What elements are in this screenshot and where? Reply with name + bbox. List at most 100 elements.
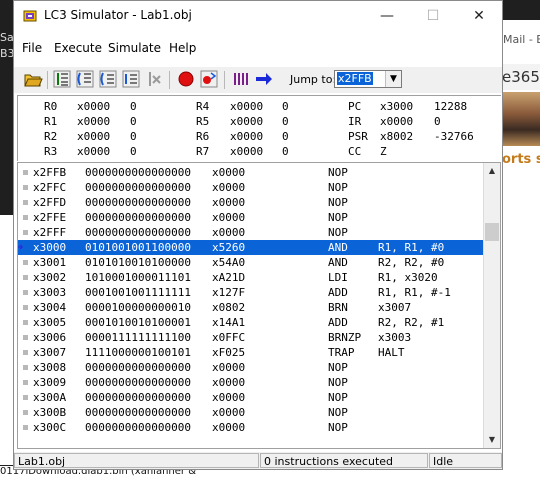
menu-help[interactable]: Help — [169, 41, 196, 55]
memory-hex: x0802 — [212, 301, 246, 314]
memory-hex: xA21D — [212, 271, 246, 284]
app-icon — [23, 10, 37, 22]
background-photo — [502, 92, 540, 146]
memory-row[interactable]: x3002 1010001000011101 xA21D LDI R1, x3020 — [18, 270, 484, 285]
breakpoint-marker[interactable] — [23, 200, 28, 205]
breakpoint-marker[interactable] — [23, 170, 28, 175]
memory-row[interactable]: x3009 0000000000000000 x0000 NOP — [18, 375, 484, 390]
breakpoint-marker[interactable] — [23, 260, 28, 265]
memory-icon[interactable] — [231, 69, 251, 89]
register-name: R5 — [196, 115, 210, 128]
breakpoint-marker[interactable] — [23, 215, 28, 220]
memory-address: x300A — [33, 391, 67, 404]
breakpoint-marker[interactable] — [23, 425, 28, 430]
register-hex: x0000 — [77, 100, 111, 113]
memory-opcode: NOP — [328, 376, 348, 389]
memory-binary: 0001010010100001 — [85, 316, 191, 329]
memory-address: x3005 — [33, 316, 67, 329]
step-over-icon[interactable] — [75, 69, 95, 89]
step-back-icon[interactable] — [121, 69, 141, 89]
register-hex: Z — [380, 145, 387, 158]
breakpoint-marker[interactable] — [23, 350, 28, 355]
memory-row[interactable]: x3006 0000111111111100 x0FFC BRNZP x3003 — [18, 330, 484, 345]
memory-operands: R1, x3020 — [378, 271, 438, 284]
memory-hex: x0000 — [212, 211, 246, 224]
register-hex: x0000 — [77, 130, 111, 143]
menu-execute[interactable]: Execute — [54, 41, 102, 55]
memory-address: x2FFF — [33, 226, 67, 239]
memory-hex: x0FFC — [212, 331, 246, 344]
memory-row[interactable]: x3005 0001010010100001 x14A1 ADD R2, R2, #1 — [18, 315, 484, 330]
breakpoint-marker[interactable] — [23, 365, 28, 370]
breakpoint-marker[interactable] — [23, 320, 28, 325]
memory-row[interactable]: x300A 0000000000000000 x0000 NOP — [18, 390, 484, 405]
breakpoint-marker[interactable] — [23, 335, 28, 340]
breakpoint-marker[interactable] — [23, 230, 28, 235]
memory-scrollbar[interactable]: ▲ ▼ — [483, 163, 500, 448]
memory-address: x2FFC — [33, 181, 67, 194]
memory-row[interactable]: x2FFD 0000000000000000 x0000 NOP — [18, 195, 484, 210]
memory-opcode: LDI — [328, 271, 348, 284]
memory-opcode: NOP — [328, 181, 348, 194]
scroll-up-icon[interactable]: ▲ — [484, 163, 500, 179]
scroll-down-icon[interactable]: ▼ — [484, 432, 500, 448]
memory-row[interactable]: x2FFC 0000000000000000 x0000 NOP — [18, 180, 484, 195]
memory-row[interactable]: x3008 0000000000000000 x0000 NOP — [18, 360, 484, 375]
status-bar: Lab1.obj 0 instructions executed Idle — [14, 452, 502, 469]
memory-row[interactable]: x3007 1111000000100101 xF025 TRAP HALT — [18, 345, 484, 360]
memory-opcode: NOP — [328, 226, 348, 239]
memory-view[interactable]: x300C 0000000000000000 x0000 NOP x300B 000000… — [17, 162, 501, 449]
breakpoint-marker[interactable] — [23, 290, 28, 295]
menu-file[interactable]: File — [22, 41, 42, 55]
memory-binary: 0000000000000000 — [85, 181, 191, 194]
chevron-down-icon[interactable]: ▼ — [385, 71, 401, 87]
maximize-button[interactable]: ☐ — [410, 1, 456, 31]
memory-opcode: BRN — [328, 301, 348, 314]
open-icon[interactable] — [23, 69, 43, 89]
memory-address: x3006 — [33, 331, 67, 344]
minimize-button[interactable]: — — [364, 1, 410, 31]
register-hex: x0000 — [380, 115, 414, 128]
run-icon[interactable] — [144, 69, 164, 89]
memory-row[interactable]: x3004 0000100000000010 x0802 BRN x3007 — [18, 300, 484, 315]
memory-operands: R1, R1, #0 — [378, 241, 445, 254]
step-out-icon[interactable] — [98, 69, 118, 89]
jump-arrow-icon[interactable] — [254, 69, 274, 89]
title-bar[interactable]: LC3 Simulator - Lab1.obj — ☐ ✕ — [14, 1, 502, 31]
memory-binary: 0000000000000000 — [85, 196, 191, 209]
breakpoint-marker[interactable] — [23, 380, 28, 385]
memory-row[interactable]: x3003 0001001001111111 x127F ADD R1, R1, #-1 — [18, 285, 484, 300]
memory-row[interactable]: x300C 0000000000000000 x0000 NOP — [18, 420, 484, 435]
background-site-label: e365.c — [502, 64, 540, 90]
breakpoint-marker[interactable] — [23, 395, 28, 400]
breakpoint-marker[interactable] — [23, 185, 28, 190]
register-name: R0 — [44, 100, 58, 113]
register-hex: x3000 — [380, 100, 414, 113]
memory-row[interactable]: x3001 0101010010100000 x54A0 AND R2, R2, #0 — [18, 255, 484, 270]
memory-opcode: AND — [328, 241, 348, 254]
memory-row[interactable]: x2FFE 0000000000000000 x0000 NOP — [18, 210, 484, 225]
breakpoint-marker[interactable] — [23, 275, 28, 280]
memory-row[interactable]: ➜ x3000 0101001001100000 x5260 AND R1, R1, #0 — [18, 240, 484, 255]
breakpoint-marker[interactable] — [23, 410, 28, 415]
memory-address: x3000 — [33, 241, 67, 254]
memory-binary: 0001001001111111 — [85, 286, 191, 299]
memory-row[interactable]: x2FFF 0000000000000000 x0000 NOP — [18, 225, 484, 240]
jump-to-select[interactable]: x2FFB ▼ — [334, 70, 402, 88]
memory-operands: x3007 — [378, 301, 412, 314]
memory-operands: HALT — [378, 346, 405, 359]
close-button[interactable]: ✕ — [456, 1, 502, 31]
step-in-icon[interactable] — [52, 69, 72, 89]
scroll-thumb[interactable] — [485, 223, 499, 241]
memory-hex: x14A1 — [212, 316, 246, 329]
memory-binary: 0000000000000000 — [85, 421, 191, 434]
background-sports-label: orts s — [502, 148, 540, 172]
memory-binary: 1111000000100101 — [85, 346, 191, 359]
stop-icon[interactable] — [176, 69, 196, 89]
memory-hex: x0000 — [212, 166, 246, 179]
breakpoint-marker[interactable] — [23, 305, 28, 310]
memory-row[interactable]: x2FFB 0000000000000000 x0000 NOP — [18, 165, 484, 180]
breakpoint-icon[interactable] — [199, 69, 219, 89]
memory-row[interactable]: x300B 0000000000000000 x0000 NOP — [18, 405, 484, 420]
menu-simulate[interactable]: Simulate — [108, 41, 161, 55]
